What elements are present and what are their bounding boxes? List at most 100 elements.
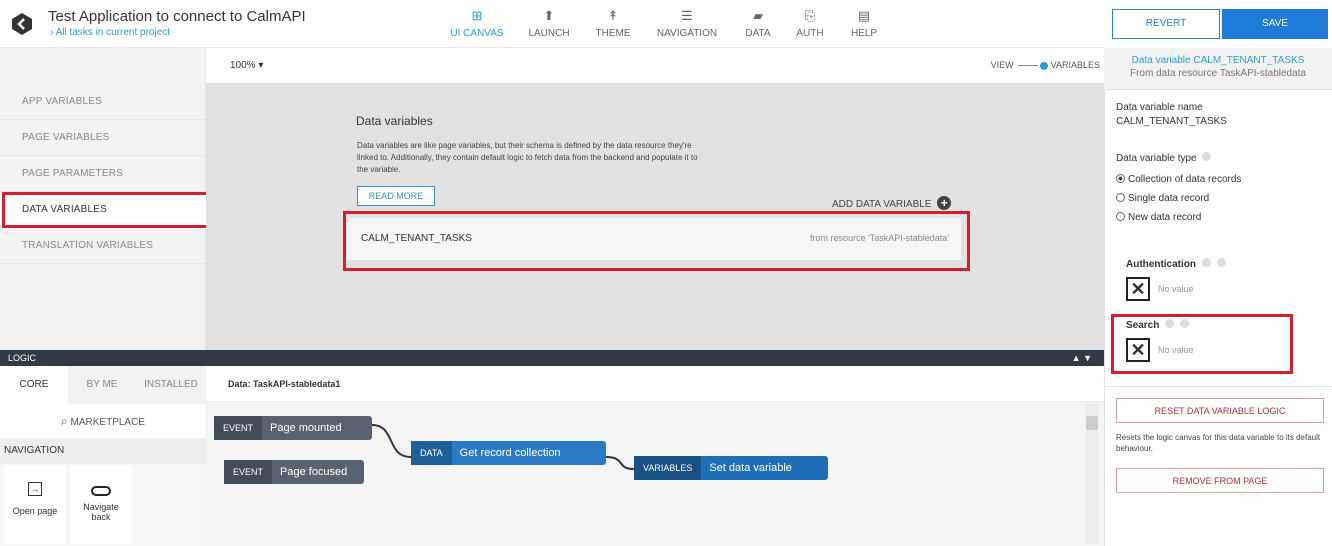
variables-menu: APP VARIABLES PAGE VARIABLES PAGE PARAME…: [0, 48, 209, 350]
read-more-button[interactable]: READ MORE: [357, 186, 435, 206]
tab-core[interactable]: CORE: [0, 366, 68, 404]
auth-icon: ⎘: [804, 8, 816, 23]
navigate-back-item[interactable]: Navigate back: [70, 466, 132, 544]
marketplace-link[interactable]: ⌕ MARKETPLACE: [0, 404, 206, 438]
menu-app-variables[interactable]: APP VARIABLES: [0, 84, 206, 120]
zoom-select[interactable]: 100% ▾: [230, 60, 263, 71]
toggle-icon[interactable]: [1201, 258, 1211, 267]
scrollbar-thumb[interactable]: [1086, 416, 1098, 430]
variables-label: VARIABLES: [1050, 60, 1100, 70]
item-label: Open page: [12, 506, 58, 516]
navigation-header: NAVIGATION: [0, 438, 206, 464]
highlight-box: [343, 211, 970, 271]
type-option-new[interactable]: New data record: [1116, 212, 1201, 223]
type-label: Data variable type: [1116, 152, 1212, 164]
nav-ui-canvas[interactable]: ⊞ UI CANVAS: [448, 8, 506, 42]
navigation-icon: ☰: [681, 8, 693, 23]
menu-translation-variables[interactable]: TRANSLATION VARIABLES: [0, 228, 206, 264]
menu-page-parameters[interactable]: PAGE PARAMETERS: [0, 156, 206, 192]
logic-bar: LOGIC ▲ ▼: [0, 350, 1104, 366]
block-label: Set data variable: [709, 462, 792, 474]
save-button[interactable]: SAVE: [1222, 9, 1328, 39]
top-bar: Test Application to connect to CalmAPI ›…: [0, 0, 1104, 48]
nav-launch[interactable]: ⬆ LAUNCH: [524, 8, 574, 42]
menu-page-variables[interactable]: PAGE VARIABLES: [0, 120, 206, 156]
nav-label: NAVIGATION: [656, 28, 718, 39]
theme-icon: ↟: [607, 8, 619, 23]
view-label: VIEW: [990, 60, 1014, 70]
highlight-box: [2, 192, 209, 228]
zoom-value: 100%: [230, 60, 256, 71]
event-page-focused-block[interactable]: EVENT Page focused: [224, 460, 364, 484]
open-page-icon: →: [28, 482, 42, 496]
section-heading: Data variables: [356, 114, 433, 128]
nav-label: HELP: [850, 28, 878, 39]
auth-label-text: Authentication: [1126, 259, 1196, 270]
info-icon[interactable]: [1202, 152, 1212, 161]
remove-from-page-button[interactable]: REMOVE FROM PAGE: [1116, 468, 1324, 493]
nav-data[interactable]: ▰ DATA: [738, 8, 778, 42]
block-tag: EVENT: [224, 460, 273, 484]
ui-canvas: Data variables Data variables are like p…: [206, 84, 1104, 350]
variables-set-data-variable-block[interactable]: VARIABLES Set data variable: [634, 456, 828, 480]
nav-label: LAUNCH: [528, 28, 570, 39]
nav-auth[interactable]: ⎘ AUTH: [790, 8, 830, 42]
block-label: Page focused: [280, 466, 348, 478]
add-circle-icon: +: [937, 196, 952, 210]
toggle-track: [1018, 65, 1039, 67]
logic-tabs: CORE BY ME INSTALLED: [0, 366, 206, 404]
toggle-knob[interactable]: [1040, 61, 1049, 70]
info-icon[interactable]: [1216, 258, 1226, 267]
canvas-toolbar: 100% ▾ VIEW VARIABLES: [206, 48, 1104, 84]
navigation-items: → Open page Navigate back: [0, 464, 206, 546]
nav-label: UI CANVAS: [450, 28, 504, 39]
app-logo-icon[interactable]: [10, 12, 34, 36]
collapse-arrows-icon[interactable]: ▲ ▼: [1072, 350, 1092, 366]
block-label: Page mounted: [270, 422, 342, 434]
revert-button[interactable]: REVERT: [1112, 9, 1220, 39]
panel-title: Data variable CALM_TENANT_TASKS: [1131, 55, 1305, 66]
type-option-collection[interactable]: Collection of data records: [1116, 174, 1241, 185]
view-toggle[interactable]: VIEW VARIABLES: [991, 60, 1100, 70]
add-data-variable-button[interactable]: ADD DATA VARIABLE +: [832, 196, 952, 210]
nav-label: AUTH: [796, 28, 824, 39]
reset-logic-button[interactable]: RESET DATA VARIABLE LOGIC: [1116, 398, 1324, 423]
properties-panel: Data variable name CALM_TENANT_TASKS Dat…: [1104, 90, 1332, 546]
auth-value: No value: [1158, 284, 1194, 294]
caret-down-icon: ▾: [258, 60, 264, 71]
divider: [1105, 386, 1332, 387]
marketplace-label: MARKETPLACE: [70, 417, 145, 428]
scrollbar[interactable]: [1086, 404, 1098, 544]
open-page-item[interactable]: → Open page: [4, 466, 66, 544]
add-label: ADD DATA VARIABLE: [832, 199, 932, 210]
data-get-record-collection-block[interactable]: DATA Get record collection: [411, 441, 606, 465]
block-tag: DATA: [411, 441, 452, 465]
event-page-mounted-block[interactable]: EVENT Page mounted: [214, 416, 372, 440]
nav-label: THEME: [595, 28, 631, 39]
navigate-back-icon: [91, 486, 111, 496]
highlight-box: [1111, 314, 1293, 374]
clear-x-icon[interactable]: ✕: [1126, 277, 1150, 301]
tab-installed[interactable]: INSTALLED: [136, 366, 206, 404]
type-label-text: Data variable type: [1116, 153, 1197, 164]
breadcrumb-label[interactable]: All tasks in current project: [56, 27, 171, 38]
nav-help[interactable]: ▤ HELP: [846, 8, 882, 42]
section-description: Data variables are like page variables, …: [357, 141, 698, 174]
launch-icon: ⬆: [543, 8, 555, 23]
block-tag: EVENT: [214, 416, 263, 440]
name-label: Data variable name: [1116, 102, 1203, 113]
nav-navigation[interactable]: ☰ NAVIGATION: [652, 8, 722, 42]
breadcrumb[interactable]: › All tasks in current project: [50, 27, 170, 38]
radio-icon: [1116, 193, 1125, 202]
panel-subtitle: From data resource TaskAPI-stabledata: [1129, 68, 1306, 79]
radio-icon: [1116, 212, 1125, 221]
option-label: New data record: [1128, 212, 1202, 223]
app-title: Test Application to connect to CalmAPI: [48, 8, 306, 25]
type-option-single[interactable]: Single data record: [1116, 193, 1209, 204]
search-icon: ⌕: [61, 414, 68, 428]
tab-by-me[interactable]: BY ME: [68, 366, 136, 404]
name-field[interactable]: CALM_TENANT_TASKS: [1116, 116, 1227, 127]
nav-label: DATA: [745, 28, 771, 39]
nav-theme[interactable]: ↟ THEME: [590, 8, 636, 42]
right-panel-header: Data variable CALM_TENANT_TASKS From dat…: [1104, 48, 1332, 90]
